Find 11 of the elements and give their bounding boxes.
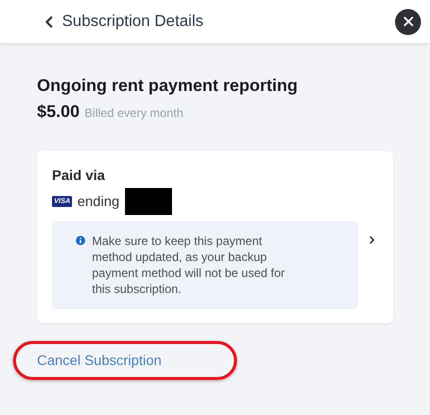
billing-period: Billed every month <box>84 105 184 122</box>
close-button[interactable] <box>395 8 421 34</box>
paid-via-heading: Paid via <box>52 166 106 184</box>
card-ending-label: ending <box>77 192 120 211</box>
redaction-block <box>125 188 172 214</box>
subscription-title: Ongoing rent payment reporting <box>37 75 299 97</box>
cancel-subscription-link[interactable]: Cancel Subscription <box>37 350 162 370</box>
info-icon <box>74 234 87 246</box>
back-button[interactable]: Subscription Details <box>40 10 204 34</box>
price: $5.00 <box>37 101 80 123</box>
notice-text: Make sure to keep this payment method updated, as your backup payment method will not be used for this subscription. <box>92 232 286 296</box>
